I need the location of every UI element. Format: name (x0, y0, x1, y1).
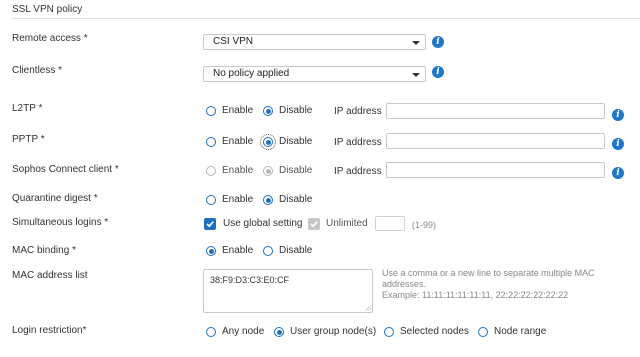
radio-label: Disable (279, 136, 313, 147)
radio-circle (478, 326, 488, 337)
radio-circle (274, 326, 284, 337)
login-restriction-selected-nodes-radio[interactable]: Selected nodes (384, 326, 469, 337)
simultaneous-logins-input[interactable] (375, 216, 405, 231)
chevron-down-icon (412, 73, 420, 77)
unlimited-checkbox[interactable] (308, 218, 320, 230)
radio-circle (206, 165, 216, 176)
radio-circle (206, 326, 216, 337)
sophos-connect-ip-input[interactable] (386, 162, 605, 178)
radio-label: Disable (279, 245, 313, 256)
radio-circle (206, 245, 216, 256)
sophos-connect-disable-radio[interactable]: Disable (263, 165, 312, 176)
mac-address-value: 38:F9:D3:C3:E0:CF (210, 275, 290, 285)
quarantine-digest-label: Quarantine digest * (12, 193, 98, 204)
quarantine-disable-radio[interactable]: Disable (263, 194, 312, 205)
info-icon[interactable]: i (612, 138, 624, 150)
clientless-label: Clientless * (12, 65, 63, 76)
clientless-select[interactable]: No policy applied (203, 66, 426, 82)
range-hint: (1-99) (412, 220, 437, 230)
sophos-connect-enable-radio[interactable]: Enable (206, 165, 253, 176)
mac-binding-enable-radio[interactable]: Enable (206, 245, 253, 256)
pptp-label: PPTP * (12, 134, 45, 145)
login-restriction-user-group-radio[interactable]: User group node(s) (274, 326, 376, 337)
radio-label: Enable (222, 105, 254, 116)
mac-binding-disable-radio[interactable]: Disable (263, 245, 312, 256)
info-icon[interactable]: i (432, 66, 444, 78)
radio-circle (206, 105, 216, 116)
radio-circle (206, 136, 216, 147)
login-restriction-node-range-radio[interactable]: Node range (478, 326, 546, 337)
radio-label: Selected nodes (400, 326, 469, 337)
radio-label: Disable (279, 165, 313, 176)
unlimited-label: Unlimited (326, 218, 368, 229)
remote-access-label: Remote access * (12, 33, 88, 44)
l2tp-label: L2TP * (12, 103, 43, 114)
l2tp-ip-input[interactable] (386, 103, 605, 119)
radio-label: Node range (494, 326, 547, 337)
quarantine-enable-radio[interactable]: Enable (206, 194, 253, 205)
sophos-connect-label: Sophos Connect client * (12, 164, 119, 175)
simultaneous-logins-label: Simultaneous logins * (12, 217, 109, 228)
radio-label: Enable (222, 245, 254, 256)
remote-access-value: CSI VPN (213, 36, 254, 47)
pptp-disable-radio[interactable]: Disable (260, 133, 313, 150)
radio-circle (384, 326, 394, 337)
resize-grip-icon[interactable] (365, 305, 371, 311)
info-icon[interactable]: i (612, 109, 624, 121)
info-icon[interactable]: i (612, 167, 624, 179)
help-line: Example: 11:11:11:11:11:11, 22:22:22:22:… (382, 290, 569, 300)
radio-label: Enable (222, 165, 254, 176)
sophos-connect-ip-label: IP address (334, 166, 382, 177)
remote-access-select[interactable]: CSI VPN (203, 34, 426, 50)
radio-circle (263, 165, 273, 176)
info-icon[interactable]: i (432, 36, 444, 48)
radio-label: Disable (279, 105, 313, 116)
clientless-value: No policy applied (213, 68, 290, 79)
l2tp-disable-radio[interactable]: Disable (263, 105, 312, 116)
section-divider (12, 18, 640, 19)
check-icon (206, 221, 214, 228)
mac-address-list-label: MAC address list (12, 270, 88, 281)
login-restriction-label: Login restriction* (12, 325, 87, 336)
radio-circle (263, 245, 273, 256)
radio-label: Enable (222, 194, 254, 205)
use-global-setting-checkbox[interactable] (204, 218, 216, 230)
radio-circle (260, 133, 276, 150)
radio-circle (263, 194, 273, 205)
radio-circle (206, 194, 216, 205)
radio-label: Disable (279, 194, 313, 205)
pptp-enable-radio[interactable]: Enable (206, 136, 253, 147)
login-restriction-any-node-radio[interactable]: Any node (206, 326, 264, 337)
section-title: SSL VPN policy (12, 4, 83, 15)
radio-label: Enable (222, 136, 254, 147)
mac-address-textarea[interactable]: 38:F9:D3:C3:E0:CF (203, 269, 373, 313)
help-line: Use a comma or a new line to separate mu… (382, 268, 595, 289)
mac-address-help: Use a comma or a new line to separate mu… (382, 268, 640, 301)
pptp-ip-label: IP address (334, 137, 382, 148)
pptp-ip-input[interactable] (386, 133, 605, 149)
use-global-setting-label: Use global setting (223, 218, 303, 229)
radio-label: Any node (222, 326, 265, 337)
l2tp-enable-radio[interactable]: Enable (206, 105, 253, 116)
radio-circle (263, 105, 273, 116)
mac-binding-label: MAC binding * (12, 245, 76, 256)
check-icon (310, 221, 318, 228)
chevron-down-icon (412, 41, 420, 45)
radio-label: User group node(s) (290, 326, 377, 337)
l2tp-ip-label: IP address (334, 106, 382, 117)
